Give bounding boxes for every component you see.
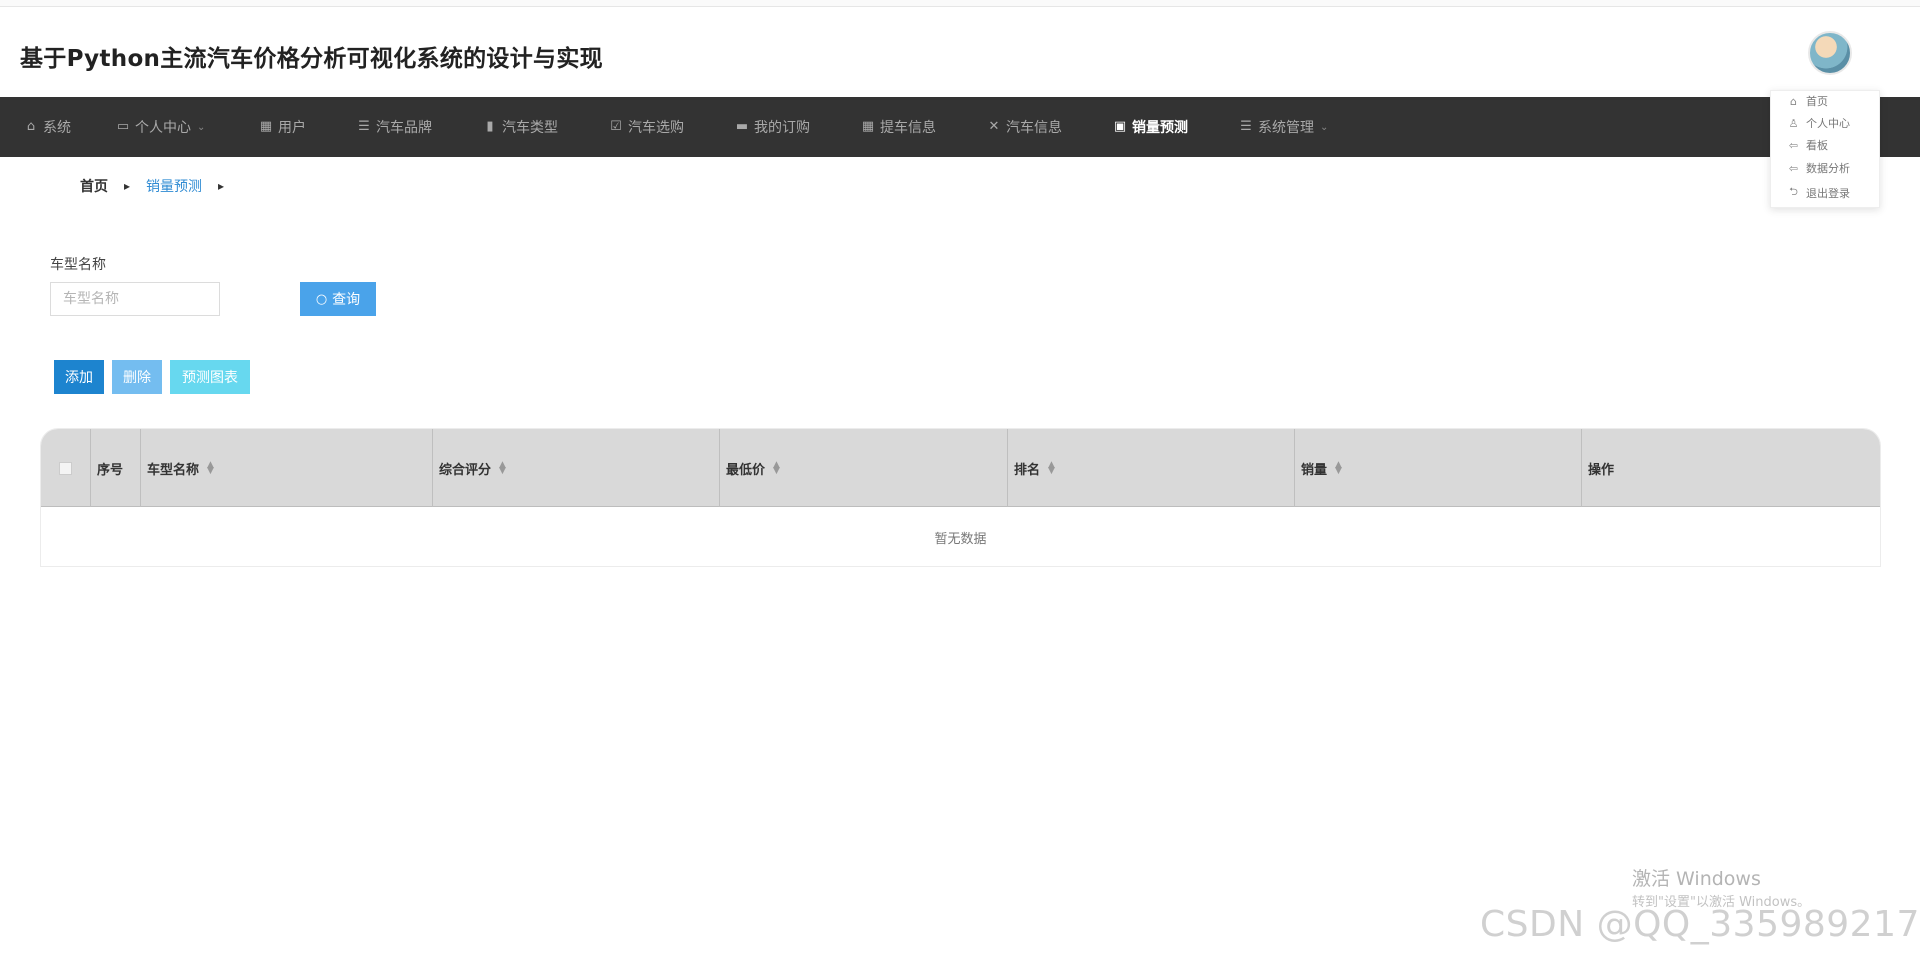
sort-icon[interactable]: ▲ ▼	[1048, 461, 1055, 476]
home-icon: ⌂	[26, 119, 36, 134]
breadcrumb: 首页 ▸ 销量预测 ▸	[80, 176, 240, 196]
add-button[interactable]: 添加	[54, 360, 104, 394]
search-label: 车型名称	[50, 257, 106, 273]
forecast-chart-button[interactable]: 预测图表	[170, 360, 250, 394]
grid-icon: ▦	[259, 119, 273, 134]
chevron-right-icon: ▸	[124, 179, 131, 193]
chevron-down-icon: ⌄	[197, 121, 206, 133]
nav-item-label: 汽车选购	[628, 120, 684, 136]
chevron-down-icon: ⌄	[1320, 121, 1329, 133]
nav-item-label: 系统管理	[1258, 120, 1314, 136]
sort-icon[interactable]: ▲ ▼	[207, 461, 214, 476]
nav-item-personal-center[interactable]: ▭ 个人中心 ⌄	[116, 97, 206, 157]
chevron-right-icon: ▸	[218, 179, 225, 193]
monitor-icon: ▬	[735, 119, 749, 134]
nav-item-my-orders[interactable]: ▬ 我的订购	[735, 97, 810, 157]
arrow-left-icon: ⇦	[1788, 138, 1799, 152]
nav-item-label: 我的订购	[754, 120, 810, 136]
column-header-label: 销量	[1301, 462, 1328, 478]
nav-item-label: 汽车信息	[1006, 120, 1062, 136]
user-menu-item-personal-center[interactable]: ♙ 个人中心	[1787, 115, 1850, 131]
column-header-label: 排名	[1014, 462, 1041, 478]
column-header-min-price[interactable]: 最低价 ▲ ▼	[720, 429, 1008, 507]
user-menu-label: 个人中心	[1806, 117, 1850, 130]
column-header-label: 综合评分	[439, 462, 492, 478]
grid-icon: ▦	[861, 119, 875, 134]
sort-icon[interactable]: ▲ ▼	[499, 461, 506, 476]
model-name-search-input[interactable]	[50, 282, 220, 316]
nav-item-system[interactable]: ⌂ 系统	[24, 97, 71, 157]
nav-item-pickup-info[interactable]: ▦ 提车信息	[861, 97, 936, 157]
column-header-score[interactable]: 综合评分 ▲ ▼	[433, 429, 720, 507]
list-icon: ☰	[358, 119, 370, 134]
query-button[interactable]: ○ 查询	[300, 282, 376, 316]
nav-item-car-purchase[interactable]: ☑ 汽车选购	[609, 97, 684, 157]
column-header-label: 操作	[1588, 462, 1615, 478]
user-menu-item-data-analysis[interactable]: ⇦ 数据分析	[1787, 160, 1850, 176]
list-icon: ☰	[1240, 119, 1252, 134]
sales-forecast-table: 序号 车型名称 ▲ ▼ 综合评分 ▲ ▼ 最低价 ▲ ▼ 排名 ▲ ▼ 销量 ▲ ▼ 操作…	[40, 428, 1881, 567]
user-menu-label: 首页	[1806, 95, 1828, 108]
app-title: 基于Python主流汽车价格分析可视化系统的设计与实现	[20, 46, 603, 72]
query-button-label: 查询	[332, 292, 361, 308]
nav-item-label: 系统	[43, 120, 71, 136]
check-square-icon: ☑	[610, 119, 622, 134]
nav-item-label: 销量预测	[1132, 120, 1188, 136]
nav-item-label: 用户	[278, 120, 306, 136]
user-dropdown-menu: ⌂ 首页 ♙ 个人中心 ⇦ 看板 ⇦ 数据分析 ⮌ 退出登录	[1770, 90, 1880, 208]
column-header-index: 序号	[91, 429, 141, 507]
home-icon: ⌂	[1790, 94, 1797, 108]
nav-item-car-brand[interactable]: ☰ 汽车品牌	[357, 97, 432, 157]
delete-button[interactable]: 删除	[112, 360, 162, 394]
column-header-label: 最低价	[726, 462, 766, 478]
csdn-watermark: CSDN @QQ_3359892174	[1480, 904, 1920, 945]
arrow-left-icon: ⇦	[1788, 161, 1799, 175]
logout-icon: ⮌	[1789, 185, 1798, 198]
user-menu-item-logout[interactable]: ⮌ 退出登录	[1787, 183, 1850, 202]
nav-item-label: 汽车品牌	[376, 120, 432, 136]
nav-item-car-info[interactable]: ✕ 汽车信息	[987, 97, 1062, 157]
user-menu-item-dashboard[interactable]: ⇦ 看板	[1787, 137, 1828, 153]
nav-item-label: 汽车类型	[502, 120, 558, 136]
top-border	[0, 0, 1920, 7]
breadcrumb-home[interactable]: 首页	[80, 176, 108, 196]
shuffle-icon: ✕	[988, 119, 1000, 134]
windows-activation-title: 激活 Windows	[1632, 868, 1761, 890]
app-header: 基于Python主流汽车价格分析可视化系统的设计与实现	[0, 7, 1920, 97]
user-menu-label: 退出登录	[1806, 186, 1850, 200]
user-menu-label: 看板	[1806, 139, 1828, 152]
search-icon: ○	[315, 291, 328, 307]
sort-icon[interactable]: ▲ ▼	[773, 461, 780, 476]
table-header: 序号 车型名称 ▲ ▼ 综合评分 ▲ ▼ 最低价 ▲ ▼ 排名 ▲ ▼ 销量 ▲ ▼ 操作	[41, 429, 1880, 507]
nav-item-label: 提车信息	[880, 120, 936, 136]
sort-icon[interactable]: ▲ ▼	[1335, 461, 1342, 476]
table-empty-state: 暂无数据	[41, 507, 1880, 566]
bar-chart-icon: ▮	[486, 119, 494, 134]
column-header-model-name[interactable]: 车型名称 ▲ ▼	[141, 429, 433, 507]
column-header-sales[interactable]: 销量 ▲ ▼	[1295, 429, 1582, 507]
nav-item-label: 个人中心	[135, 120, 191, 136]
nav-item-car-type[interactable]: ▮ 汽车类型	[483, 97, 558, 157]
user-menu-item-home[interactable]: ⌂ 首页	[1787, 93, 1828, 109]
select-all-checkbox[interactable]	[59, 461, 72, 475]
column-header-label: 车型名称	[147, 462, 200, 478]
main-navbar: ⌂ 系统 ▭ 个人中心 ⌄ ▦ 用户 ☰ 汽车品牌 ▮ 汽车类型 ☑ 汽车选购 …	[0, 97, 1920, 157]
nav-item-system-management[interactable]: ☰ 系统管理 ⌄	[1239, 97, 1328, 157]
select-all-cell	[41, 429, 91, 507]
column-header-actions: 操作	[1582, 429, 1880, 507]
breadcrumb-current[interactable]: 销量预测	[146, 176, 202, 196]
calendar-icon: ▭	[116, 119, 130, 134]
nav-item-sales-forecast[interactable]: ▣ 销量预测	[1113, 97, 1188, 157]
nav-item-users[interactable]: ▦ 用户	[259, 97, 306, 157]
column-header-rank[interactable]: 排名 ▲ ▼	[1008, 429, 1295, 507]
user-menu-label: 数据分析	[1806, 162, 1850, 175]
column-header-label: 序号	[97, 462, 124, 478]
user-avatar[interactable]	[1808, 31, 1852, 75]
clipboard-check-icon: ▣	[1113, 119, 1127, 134]
user-icon: ♙	[1788, 116, 1799, 130]
